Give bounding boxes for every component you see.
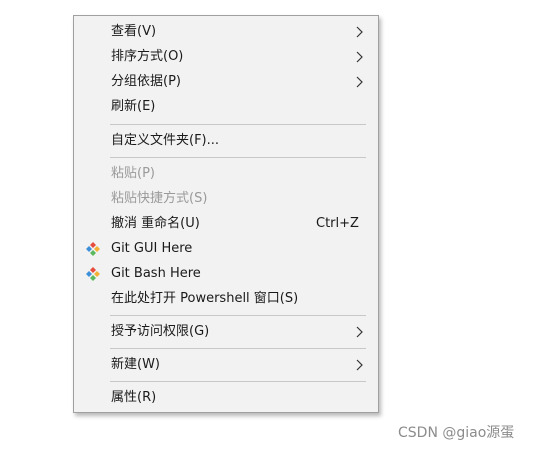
menu-item-git-bash[interactable]: Git Bash Here [74,262,378,286]
menu-item-shortcut: Ctrl+Z [316,216,359,231]
menu-item-label: Git GUI Here [111,241,193,256]
menu-item-grant-access[interactable]: 授予访问权限(G) [74,320,378,344]
menu-separator [110,381,366,382]
menu-item-view[interactable]: 查看(V) [74,20,378,44]
menu-item-label: 查看(V) [111,24,157,39]
chevron-right-icon [356,359,363,371]
menu-item-label: 新建(W) [111,357,160,372]
menu-item-label: Git Bash Here [111,266,201,281]
chevron-right-icon [356,76,363,88]
chevron-right-icon [356,326,363,338]
menu-item-new[interactable]: 新建(W) [74,353,378,377]
menu-item-label: 分组依据(P) [111,74,181,89]
menu-separator [110,157,366,158]
menu-item-label: 排序方式(O) [111,49,184,64]
menu-item-label: 刷新(E) [111,99,156,114]
menu-item-label: 属性(R) [111,390,157,405]
menu-separator [110,348,366,349]
menu-item-label: 在此处打开 Powershell 窗口(S) [111,291,299,306]
menu-item-label: 粘贴(P) [111,166,155,181]
menu-item-label: 粘贴快捷方式(S) [111,191,208,206]
menu-item-sort[interactable]: 排序方式(O) [74,45,378,69]
menu-item-customize-folder[interactable]: 自定义文件夹(F)... [74,129,378,153]
menu-item-paste[interactable]: 粘贴(P) [74,162,378,186]
menu-item-open-powershell[interactable]: 在此处打开 Powershell 窗口(S) [74,287,378,311]
chevron-right-icon [356,26,363,38]
watermark: CSDN @giao源蛋 [398,425,515,441]
menu-item-properties[interactable]: 属性(R) [74,386,378,410]
menu-item-label: 自定义文件夹(F)... [111,133,220,148]
chevron-right-icon [356,51,363,63]
git-icon [86,242,100,256]
context-menu: 查看(V) 排序方式(O) 分组依据(P) 刷新(E) 自定义文件夹(F)...… [73,15,379,413]
menu-item-label: 授予访问权限(G) [111,324,210,339]
git-icon [86,267,100,281]
menu-separator [110,315,366,316]
menu-item-undo-rename[interactable]: 撤消 重命名(U) Ctrl+Z [74,212,378,236]
menu-item-group[interactable]: 分组依据(P) [74,70,378,94]
menu-item-paste-shortcut[interactable]: 粘贴快捷方式(S) [74,187,378,211]
menu-separator [110,124,366,125]
menu-item-refresh[interactable]: 刷新(E) [74,95,378,119]
menu-item-git-gui[interactable]: Git GUI Here [74,237,378,261]
menu-item-label: 撤消 重命名(U) [111,216,200,231]
